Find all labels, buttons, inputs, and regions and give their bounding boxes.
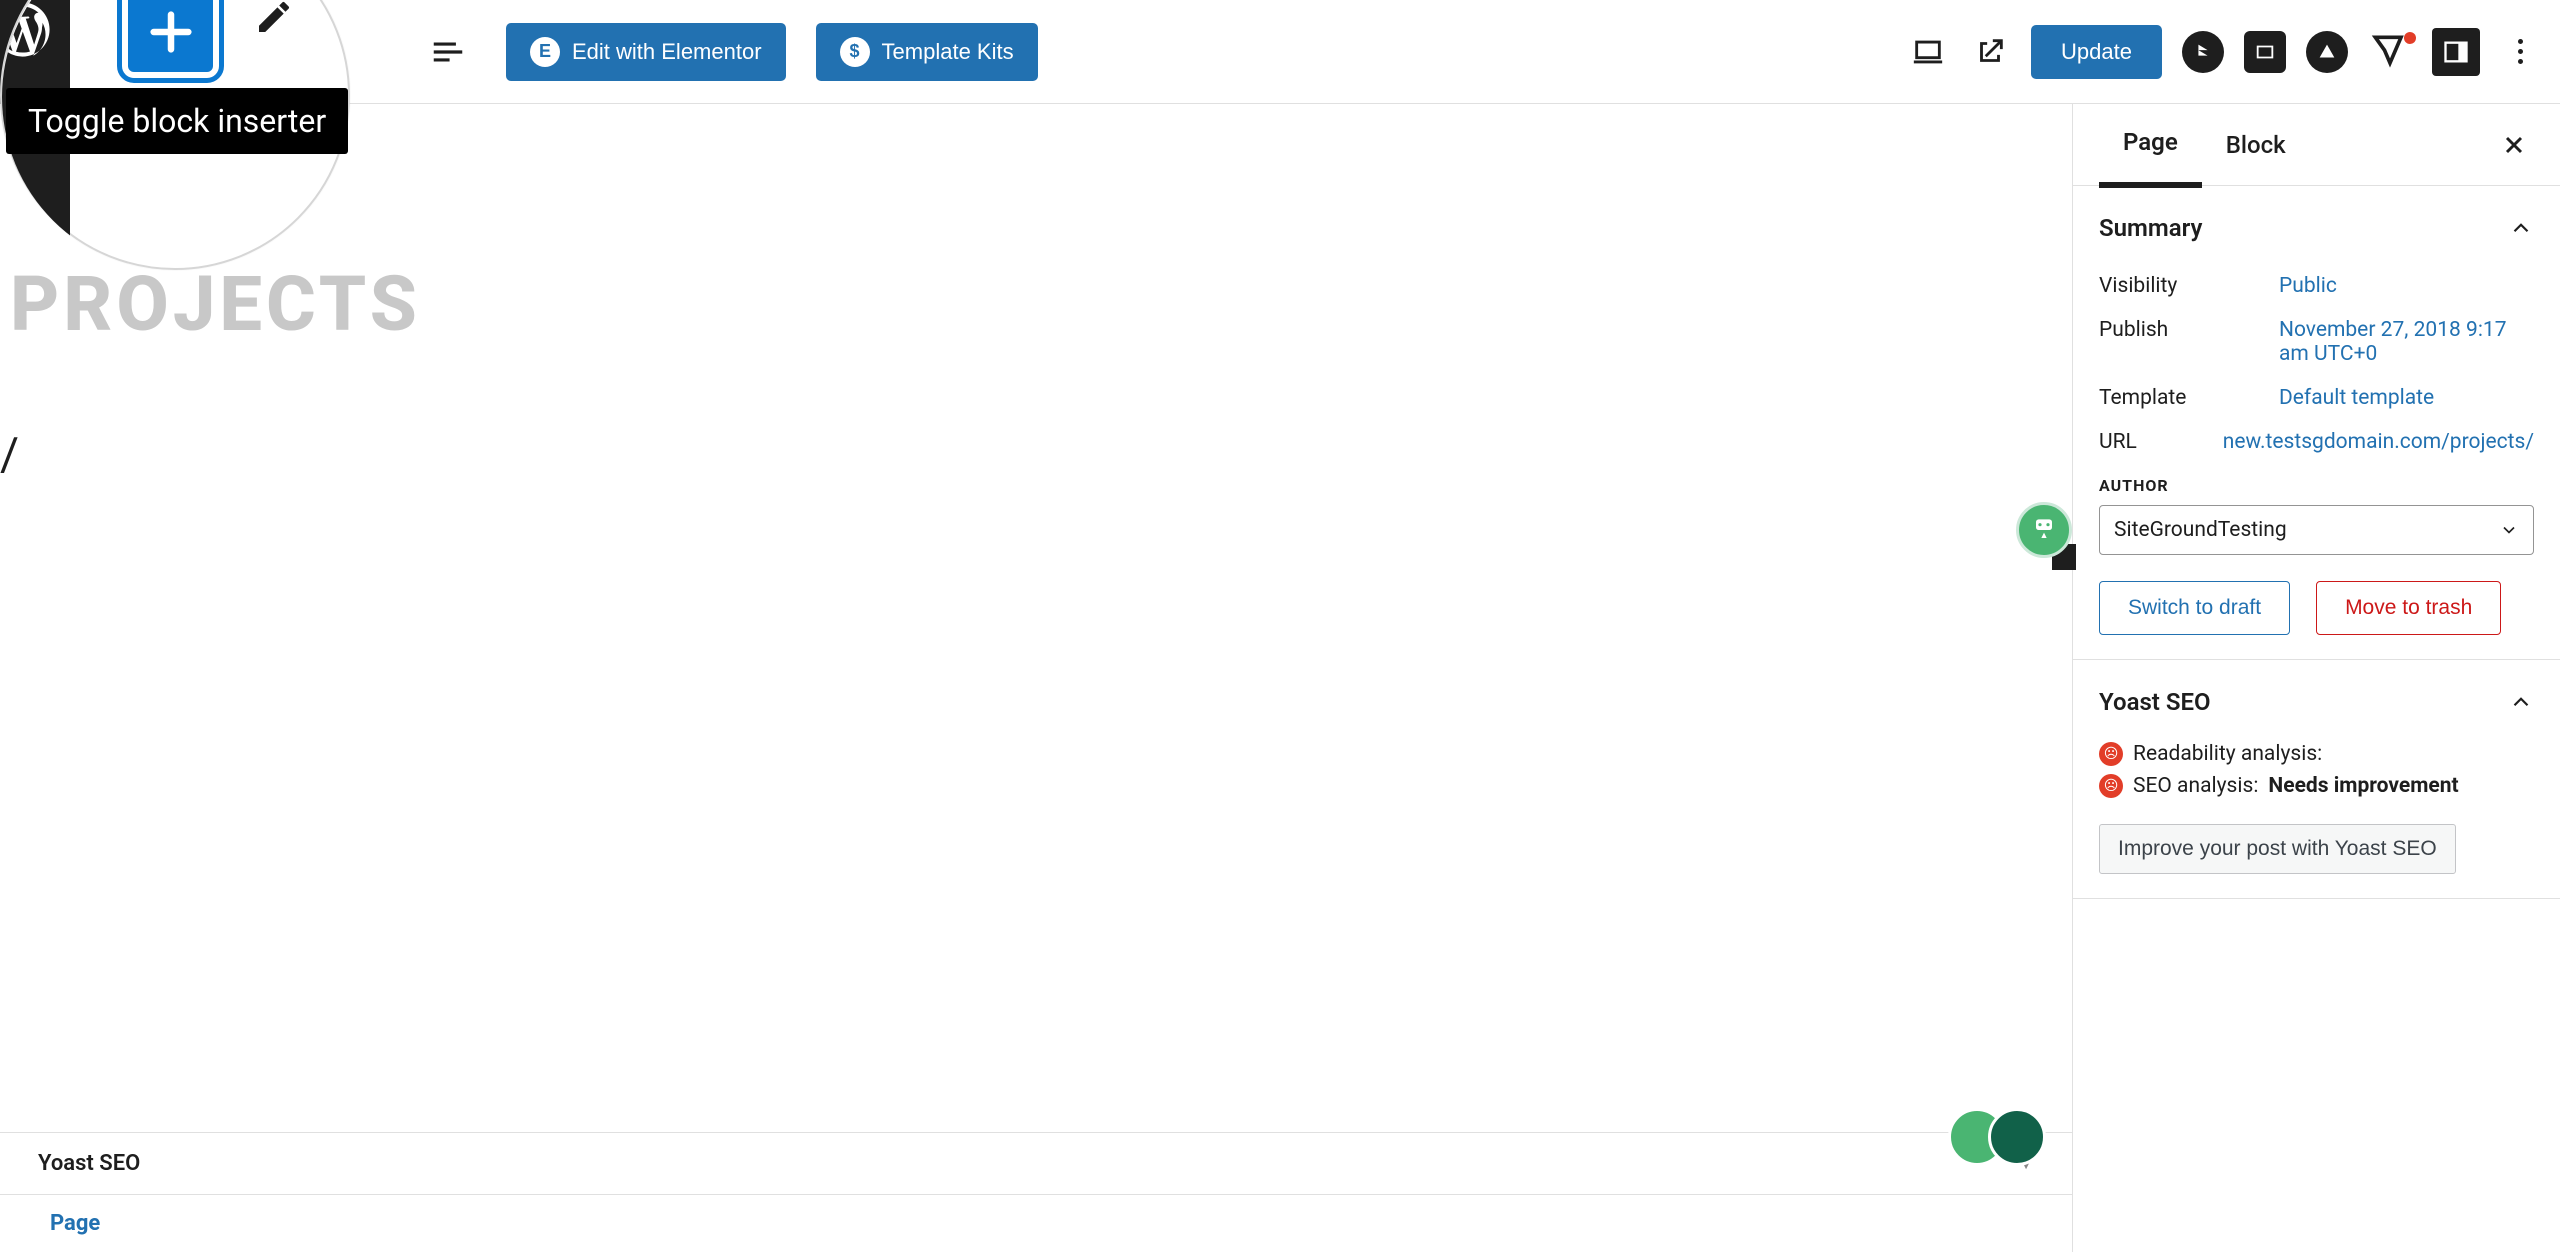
summary-panel: Summary Visibility Public Publish Novemb… <box>2073 186 2560 660</box>
tools-button[interactable] <box>138 24 194 80</box>
summary-panel-toggle[interactable]: Summary <box>2099 210 2534 246</box>
url-value[interactable]: new.testsgdomain.com/projects/ <box>2223 430 2534 454</box>
yoast-panel-toggle[interactable]: Yoast SEO <box>2099 684 2534 720</box>
author-section-label: AUTHOR <box>2099 476 2534 495</box>
sad-face-icon: ☹ <box>2099 774 2123 798</box>
edit-with-elementor-button[interactable]: EEdit with Elementor <box>506 23 786 81</box>
template-label: Template <box>2099 386 2279 410</box>
publish-label: Publish <box>2099 318 2279 366</box>
view-desktop-icon[interactable] <box>1907 31 1949 73</box>
redo-button[interactable] <box>274 24 330 80</box>
options-menu-button[interactable] <box>2500 32 2540 72</box>
switch-to-draft-button[interactable]: Switch to draft <box>2099 581 2290 635</box>
collab-avatar[interactable] <box>2016 502 2072 558</box>
author-select[interactable]: SiteGroundTesting <box>2099 505 2534 555</box>
visibility-label: Visibility <box>2099 274 2279 298</box>
yoast-page-tab[interactable]: Page <box>0 1194 2072 1252</box>
seo-analysis-label: SEO analysis: <box>2133 774 2258 798</box>
readability-label: Readability analysis: <box>2133 742 2322 766</box>
top-toolbar: EEdit with Elementor $Template Kits Upda… <box>0 0 2560 104</box>
yoast-metabox-label: Yoast SEO <box>38 1151 140 1176</box>
yoast-panel: Yoast SEO ☹ Readability analysis: ☹ SEO … <box>2073 660 2560 899</box>
visibility-value[interactable]: Public <box>2279 274 2534 298</box>
main-area: PROJECTS / Yoast SEO ▼ Page Page Block S <box>0 104 2560 1252</box>
tab-page[interactable]: Page <box>2099 104 2202 188</box>
template-value[interactable]: Default template <box>2279 386 2534 410</box>
template-kits-label: Template Kits <box>882 39 1014 65</box>
add-block-button[interactable] <box>70 24 126 80</box>
preview-external-icon[interactable] <box>1969 31 2011 73</box>
yoast-icon[interactable] <box>2368 30 2412 74</box>
triangle-icon[interactable] <box>2306 31 2348 73</box>
undo-button[interactable] <box>206 24 262 80</box>
settings-sidebar-toggle[interactable] <box>2432 28 2480 76</box>
url-label: URL <box>2099 430 2223 454</box>
slash-placeholder[interactable]: / <box>0 428 19 482</box>
yoast-heading: Yoast SEO <box>2099 688 2211 716</box>
edit-elementor-label: Edit with Elementor <box>572 39 762 65</box>
bottom-panels: Yoast SEO ▼ Page <box>0 1132 2072 1252</box>
publish-row: Publish November 27, 2018 9:17 am UTC+0 <box>2099 308 2534 376</box>
close-sidebar-button[interactable] <box>2494 125 2534 165</box>
editor-canvas[interactable]: PROJECTS / Yoast SEO ▼ Page <box>0 104 2072 1252</box>
template-row: Template Default template <box>2099 376 2534 420</box>
update-label: Update <box>2061 39 2132 65</box>
settings-sidebar: Page Block Summary Visibility Public Pub… <box>2072 104 2560 1252</box>
improve-yoast-button[interactable]: Improve your post with Yoast SEO <box>2099 824 2456 874</box>
wordpress-logo[interactable] <box>0 0 68 104</box>
yoast-metabox-header[interactable]: Yoast SEO ▼ <box>0 1132 2072 1194</box>
seo-analysis-row[interactable]: ☹ SEO analysis: Needs improvement <box>2099 770 2534 802</box>
chevron-up-icon <box>2508 215 2534 241</box>
document-overview-button[interactable] <box>420 24 476 80</box>
author-value: SiteGroundTesting <box>2114 518 2287 542</box>
sidebar-tabs: Page Block <box>2073 104 2560 186</box>
tab-block[interactable]: Block <box>2202 105 2310 185</box>
update-button[interactable]: Update <box>2031 25 2162 79</box>
chevron-down-icon <box>2499 520 2519 540</box>
visibility-row: Visibility Public <box>2099 264 2534 308</box>
chevron-up-icon <box>2508 689 2534 715</box>
page-title[interactable]: PROJECTS <box>10 259 421 349</box>
collab-avatars-stack[interactable] <box>1966 1108 2046 1166</box>
template-kits-button[interactable]: $Template Kits <box>816 23 1038 81</box>
card-icon[interactable] <box>2244 31 2286 73</box>
sad-face-icon: ☹ <box>2099 742 2123 766</box>
publish-value[interactable]: November 27, 2018 9:17 am UTC+0 <box>2279 318 2534 366</box>
move-to-trash-button[interactable]: Move to trash <box>2316 581 2501 635</box>
siteground-icon[interactable] <box>2182 31 2224 73</box>
yoast-page-tab-label: Page <box>50 1211 100 1236</box>
seo-analysis-value: Needs improvement <box>2268 774 2458 798</box>
url-row: URL new.testsgdomain.com/projects/ <box>2099 420 2534 464</box>
readability-row[interactable]: ☹ Readability analysis: <box>2099 738 2534 770</box>
summary-heading: Summary <box>2099 214 2202 242</box>
